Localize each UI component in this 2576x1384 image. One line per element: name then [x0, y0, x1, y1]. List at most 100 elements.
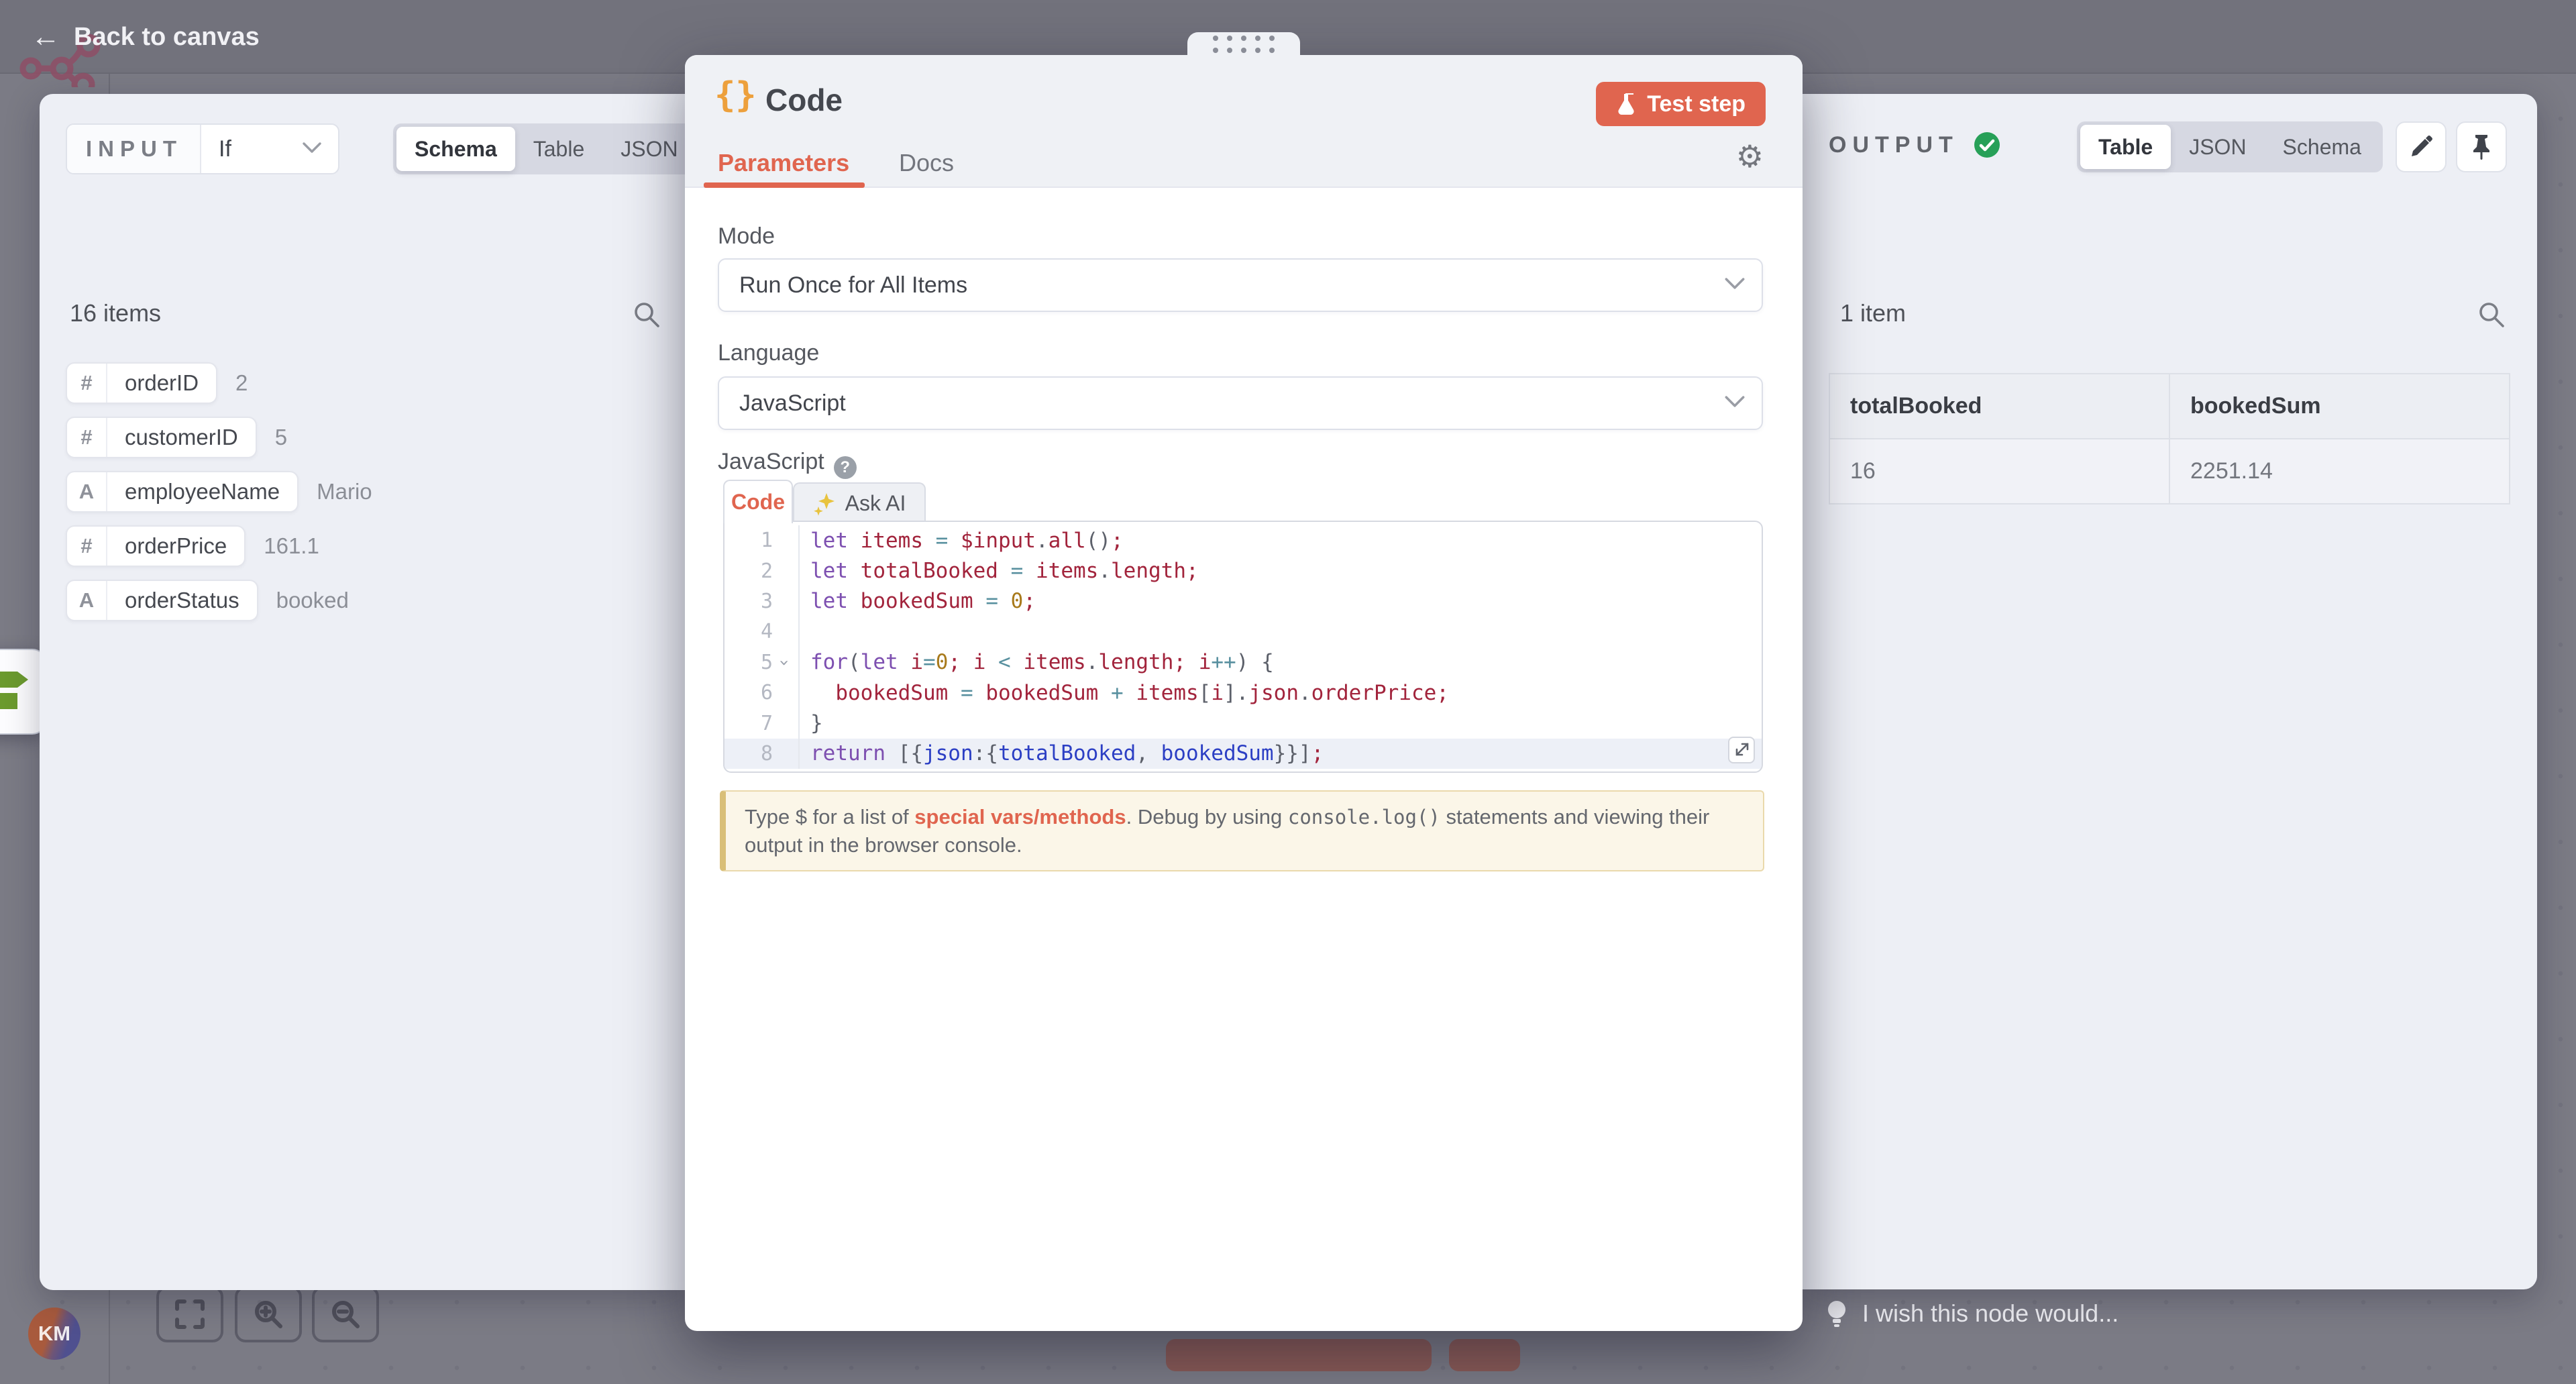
code-line-5[interactable]: 5›for(let i=0; i < items.length; i++) {: [724, 647, 1762, 678]
line-number: 8›: [724, 739, 800, 769]
zoom-out-button[interactable]: [312, 1286, 379, 1342]
input-panel-label: INPUT: [67, 125, 201, 173]
code-text: for(let i=0; i < items.length; i++) {: [800, 650, 1274, 674]
node-settings-gear-icon[interactable]: ⚙: [1736, 141, 1764, 172]
schema-field-pill[interactable]: AemployeeName: [66, 471, 299, 513]
field-name: employeeName: [107, 472, 297, 511]
back-to-canvas-button[interactable]: ← Back to canvas: [31, 0, 260, 74]
modal-drag-handle[interactable]: [1187, 32, 1300, 56]
mode-value: Run Once for All Items: [719, 272, 1724, 299]
field-value: 2: [235, 370, 248, 396]
field-type-icon: A: [67, 581, 107, 620]
output-view-tab-schema[interactable]: Schema: [2265, 125, 2379, 169]
zoom-in-button[interactable]: [235, 1286, 302, 1342]
fit-view-icon: [175, 1299, 205, 1329]
field-name: customerID: [107, 418, 256, 457]
language-select[interactable]: JavaScript: [718, 376, 1763, 430]
help-icon[interactable]: ?: [834, 456, 857, 479]
node-feedback-link[interactable]: I wish this node would...: [1826, 1299, 2118, 1328]
output-search-icon[interactable]: [2477, 301, 2506, 332]
fold-chevron-icon[interactable]: ›: [774, 657, 794, 670]
field-name: orderID: [107, 364, 216, 403]
input-search-icon[interactable]: [633, 301, 661, 332]
editor-label: JavaScript?: [718, 449, 857, 479]
dimmed-test-workflow-button: [1166, 1339, 1432, 1371]
user-avatar[interactable]: KM: [28, 1308, 80, 1360]
mode-label: Mode: [718, 223, 775, 250]
code-line-4[interactable]: 4›: [724, 617, 1762, 647]
code-line-3[interactable]: 3›let bookedSum = 0;: [724, 586, 1762, 617]
zoom-in-icon: [253, 1299, 284, 1330]
zoom-to-fit-button[interactable]: [156, 1286, 223, 1342]
input-source-selector[interactable]: INPUT If: [66, 123, 339, 174]
schema-field-employeeName: AemployeeNameMario: [66, 471, 372, 513]
line-number: 6›: [724, 678, 800, 708]
code-editor[interactable]: 1›let items = $input.all();2›let totalBo…: [723, 521, 1763, 773]
line-number: 3›: [724, 586, 800, 617]
field-type-icon: #: [67, 418, 107, 457]
editor-tab-code[interactable]: Code: [723, 480, 793, 523]
chevron-down-icon: [1724, 395, 1746, 411]
code-line-1[interactable]: 1›let items = $input.all();: [724, 525, 1762, 555]
edit-output-button[interactable]: [2396, 121, 2447, 172]
pin-output-button[interactable]: [2456, 121, 2507, 172]
schema-field-pill[interactable]: #orderPrice: [66, 525, 246, 567]
avatar-initials: KM: [38, 1322, 70, 1346]
editor-tab-ask-ai[interactable]: Ask AI: [793, 482, 926, 523]
output-panel: OUTPUT TableJSONSchema 1 item totalBooke…: [1803, 94, 2537, 1289]
schema-field-orderPrice: #orderPrice161.1: [66, 525, 372, 567]
output-view-tab-json[interactable]: JSON: [2171, 125, 2264, 169]
code-text: let totalBooked = items.length;: [800, 559, 1199, 583]
dimmed-canvas-button: [1449, 1339, 1520, 1371]
output-view-tab-table[interactable]: Table: [2080, 125, 2171, 169]
code-node-icon: {}: [714, 75, 757, 115]
input-view-tab-json[interactable]: JSON: [602, 127, 696, 171]
schema-field-pill[interactable]: #orderID: [66, 362, 217, 404]
chevron-down-icon: [302, 142, 322, 157]
line-number: 1›: [724, 525, 800, 555]
line-number: 7›: [724, 708, 800, 738]
node-header: {} Code Test step Parameters Docs ⚙: [685, 55, 1803, 188]
chevron-down-icon: [1724, 277, 1746, 293]
if-node-icon: [0, 659, 36, 724]
tab-docs[interactable]: Docs: [899, 149, 954, 177]
code-line-6[interactable]: 6› bookedSum = bookedSum + items[i].json…: [724, 678, 1762, 708]
editor-hint: Type $ for a list of special vars/method…: [720, 790, 1764, 871]
lightbulb-icon: [1826, 1299, 1847, 1328]
language-label: Language: [718, 340, 819, 366]
special-vars-link[interactable]: special vars/methods: [914, 805, 1126, 829]
input-panel: INPUT If SchemaTableJSON 16 items #order…: [40, 94, 685, 1290]
input-view-tabs: SchemaTableJSON: [393, 123, 700, 174]
input-view-tab-table[interactable]: Table: [515, 127, 603, 171]
success-check-icon: [1974, 131, 2000, 158]
code-lines: 1›let items = $input.all();2›let totalBo…: [724, 522, 1762, 769]
schema-field-pill[interactable]: #customerID: [66, 417, 257, 458]
code-text: bookedSum = bookedSum + items[i].json.or…: [800, 681, 1449, 705]
input-items-count: 16 items: [70, 299, 161, 327]
code-line-2[interactable]: 2›let totalBooked = items.length;: [724, 555, 1762, 586]
pin-icon: [2470, 134, 2493, 160]
field-type-icon: A: [67, 472, 107, 511]
tab-parameters[interactable]: Parameters: [718, 149, 849, 177]
code-line-7[interactable]: 7›}: [724, 708, 1762, 738]
output-cell: 2251.14: [2169, 439, 2510, 504]
code-text: return [{json:{totalBooked, bookedSum}}]…: [800, 741, 1324, 765]
node-detail-modal: {} Code Test step Parameters Docs ⚙ Mode…: [685, 55, 1803, 1331]
test-step-button[interactable]: Test step: [1596, 82, 1766, 126]
schema-field-pill[interactable]: AorderStatus: [66, 580, 258, 621]
line-number: 4›: [724, 617, 800, 647]
code-line-8[interactable]: 8›return [{json:{totalBooked, bookedSum}…: [724, 739, 1762, 769]
hint-text: Type $ for a list of: [745, 805, 914, 829]
field-type-icon: #: [67, 364, 107, 403]
schema-field-orderStatus: AorderStatusbooked: [66, 580, 372, 621]
input-view-tab-schema[interactable]: Schema: [396, 127, 515, 171]
field-name: orderPrice: [107, 527, 244, 566]
test-step-label: Test step: [1647, 91, 1746, 117]
node-feedback-label: I wish this node would...: [1862, 1299, 2118, 1328]
node-title[interactable]: Code: [765, 82, 843, 118]
output-table: totalBookedbookedSum 162251.14: [1829, 373, 2510, 504]
expand-editor-button[interactable]: [1728, 737, 1755, 763]
mode-select[interactable]: Run Once for All Items: [718, 258, 1763, 312]
active-tab-underline: [704, 182, 865, 188]
output-view-tabs: TableJSONSchema: [2077, 121, 2383, 172]
